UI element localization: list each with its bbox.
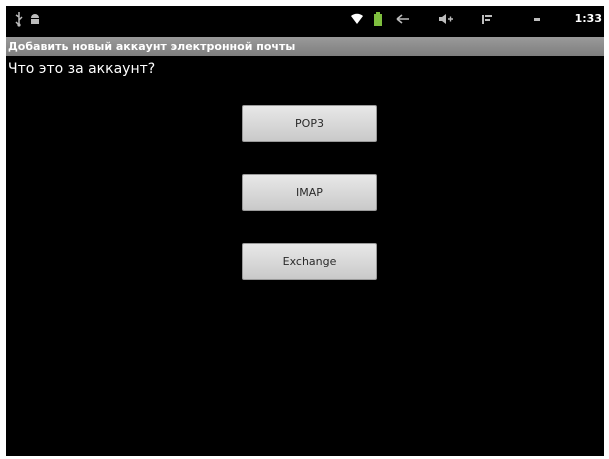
- imap-button[interactable]: IMAP: [242, 174, 377, 211]
- status-time: 1:33: [574, 12, 602, 25]
- android-icon: [29, 11, 41, 27]
- status-bar: 1:33: [6, 6, 604, 32]
- battery-icon: [373, 11, 383, 27]
- title-bar: Добавить новый аккаунт электронной почты: [6, 37, 604, 56]
- page-title: Добавить новый аккаунт электронной почты: [8, 40, 296, 53]
- volume-up-icon[interactable]: [438, 11, 454, 27]
- exchange-button[interactable]: Exchange: [242, 243, 377, 280]
- device-screen: 1:33 Добавить новый аккаунт электронной …: [6, 6, 604, 456]
- volume-down-icon[interactable]: [481, 11, 497, 27]
- account-type-question: Что это за аккаунт?: [8, 61, 156, 77]
- pop3-button[interactable]: POP3: [242, 105, 377, 142]
- usb-icon: [13, 11, 25, 27]
- wifi-icon: [350, 11, 364, 27]
- back-icon[interactable]: [396, 11, 410, 27]
- menu-icon[interactable]: [532, 11, 542, 27]
